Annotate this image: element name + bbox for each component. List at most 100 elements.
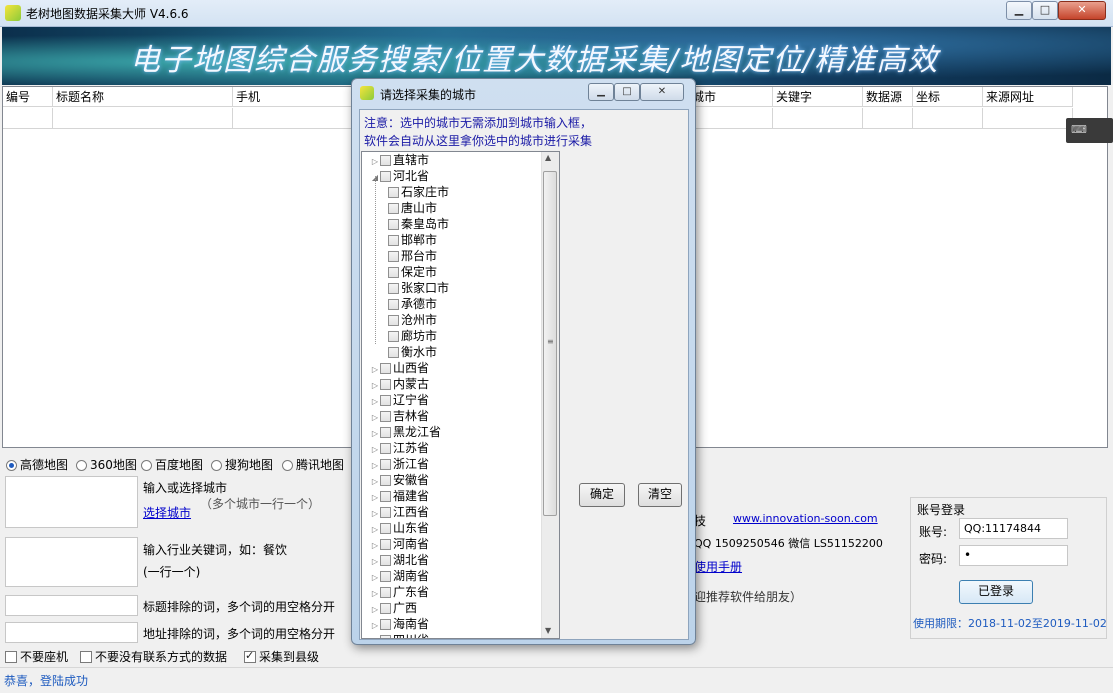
tree-checkbox-icon[interactable]: [388, 235, 399, 246]
tree-checkbox-icon[interactable]: [380, 475, 391, 486]
manual-link[interactable]: 使用手册: [694, 558, 742, 575]
tree-province-item[interactable]: ▷ 山东省: [370, 520, 429, 536]
tree-checkbox-icon[interactable]: [380, 603, 391, 614]
tree-city-item[interactable]: 保定市: [388, 264, 437, 280]
scroll-thumb[interactable]: ≡: [543, 171, 557, 516]
tree-checkbox-icon[interactable]: [380, 155, 391, 166]
column-header-city[interactable]: 城市: [689, 87, 773, 107]
tree-province-item[interactable]: ▷ 浙江省: [370, 456, 429, 472]
tree-city-item[interactable]: 衡水市: [388, 344, 437, 360]
grid-cell[interactable]: [233, 108, 353, 129]
map-source-360[interactable]: 360地图: [76, 456, 137, 473]
tree-checkbox-icon[interactable]: [388, 219, 399, 230]
map-source-baidu[interactable]: 百度地图: [141, 456, 203, 473]
floating-keyboard-widget[interactable]: ⌨: [1066, 118, 1113, 143]
tree-province-item[interactable]: ▷ 江苏省: [370, 440, 429, 456]
website-link[interactable]: www.innovation-soon.com: [733, 512, 878, 525]
tree-checkbox-icon[interactable]: [388, 299, 399, 310]
tree-province-item[interactable]: ▷ 内蒙古: [370, 376, 429, 392]
dialog-close-button[interactable]: ✕: [640, 83, 684, 101]
map-source-gaode[interactable]: 高德地图: [6, 456, 68, 473]
tree-checkbox-icon[interactable]: [380, 171, 391, 182]
column-header-phone[interactable]: 手机: [233, 87, 353, 107]
tree-province-item[interactable]: ▷ 广东省: [370, 584, 429, 600]
tree-checkbox-icon[interactable]: [380, 523, 391, 534]
tree-checkbox-icon[interactable]: [380, 411, 391, 422]
grid-cell[interactable]: [689, 108, 773, 129]
grid-cell[interactable]: [53, 108, 233, 129]
address-exclude-input[interactable]: [5, 622, 138, 643]
tree-province-item[interactable]: ▷ 四川省: [370, 632, 429, 638]
grid-cell[interactable]: [983, 108, 1073, 129]
tree-checkbox-icon[interactable]: [380, 555, 391, 566]
option-no-landline[interactable]: 不要座机: [5, 648, 68, 665]
tree-city-item[interactable]: 廊坊市: [388, 328, 437, 344]
password-input[interactable]: •: [959, 545, 1068, 566]
scroll-up-icon[interactable]: ▲: [545, 153, 551, 162]
tree-province-item[interactable]: ▷ 海南省: [370, 616, 429, 632]
tree-checkbox-icon[interactable]: [388, 331, 399, 342]
title-exclude-input[interactable]: [5, 595, 138, 616]
tree-checkbox-icon[interactable]: [380, 395, 391, 406]
grid-cell[interactable]: [773, 108, 863, 129]
close-button[interactable]: ✕: [1058, 1, 1106, 20]
keyword-input[interactable]: [5, 537, 138, 587]
tree-checkbox-icon[interactable]: [388, 283, 399, 294]
column-header-url[interactable]: 来源网址: [983, 87, 1073, 107]
minimize-button[interactable]: ▁: [1006, 1, 1032, 20]
tree-city-item[interactable]: 唐山市: [388, 200, 437, 216]
tree-province-item[interactable]: ▷ 辽宁省: [370, 392, 429, 408]
tree-checkbox-icon[interactable]: [388, 251, 399, 262]
grid-cell[interactable]: [3, 108, 53, 129]
tree-checkbox-icon[interactable]: [380, 379, 391, 390]
tree-province-item[interactable]: ▷ 福建省: [370, 488, 429, 504]
tree-city-item[interactable]: 邢台市: [388, 248, 437, 264]
tree-checkbox-icon[interactable]: [380, 587, 391, 598]
tree-city-item[interactable]: 张家口市: [388, 280, 449, 296]
tree-checkbox-icon[interactable]: [388, 267, 399, 278]
tree-province-item[interactable]: ▷ 河南省: [370, 536, 429, 552]
dialog-maximize-button[interactable]: □: [614, 83, 640, 101]
tree-checkbox-icon[interactable]: [388, 315, 399, 326]
dialog-minimize-button[interactable]: ▁: [588, 83, 614, 101]
clear-button[interactable]: 清空: [638, 483, 682, 507]
tree-checkbox-icon[interactable]: [388, 187, 399, 198]
grid-cell[interactable]: [863, 108, 913, 129]
option-county-level[interactable]: 采集到县级: [244, 648, 319, 665]
column-header-title[interactable]: 标题名称: [53, 87, 233, 107]
tree-checkbox-icon[interactable]: [380, 443, 391, 454]
tree-province-item[interactable]: ▷ 黑龙江省: [370, 424, 441, 440]
map-source-sogou[interactable]: 搜狗地图: [211, 456, 273, 473]
tree-province-item[interactable]: ▷ 湖北省: [370, 552, 429, 568]
tree-checkbox-icon[interactable]: [380, 491, 391, 502]
tree-city-item[interactable]: 秦皇岛市: [388, 216, 449, 232]
tree-city-item[interactable]: 邯郸市: [388, 232, 437, 248]
login-button[interactable]: 已登录: [959, 580, 1033, 604]
tree-checkbox-icon[interactable]: [380, 619, 391, 630]
scroll-down-icon[interactable]: ▼: [545, 626, 551, 635]
tree-province-item[interactable]: ▷ 直辖市: [370, 152, 429, 168]
select-city-link[interactable]: 选择城市: [143, 504, 191, 521]
tree-checkbox-icon[interactable]: [380, 635, 391, 638]
column-header-keyword[interactable]: 关键字: [773, 87, 863, 107]
tree-province-item[interactable]: ▷ 江西省: [370, 504, 429, 520]
tree-city-item[interactable]: 承德市: [388, 296, 437, 312]
column-header-id[interactable]: 编号: [3, 87, 53, 107]
column-header-coords[interactable]: 坐标: [913, 87, 983, 107]
tree-province-item[interactable]: ▷ 吉林省: [370, 408, 429, 424]
tree-city-item[interactable]: 沧州市: [388, 312, 437, 328]
tree-checkbox-icon[interactable]: [388, 203, 399, 214]
tree-province-item[interactable]: ▷ 湖南省: [370, 568, 429, 584]
maximize-button[interactable]: □: [1032, 1, 1058, 20]
account-input[interactable]: QQ:11174844: [959, 518, 1068, 539]
tree-checkbox-icon[interactable]: [380, 571, 391, 582]
tree-checkbox-icon[interactable]: [380, 459, 391, 470]
tree-province-item[interactable]: ◢ 河北省: [370, 168, 429, 184]
tree-province-item[interactable]: ▷ 安徽省: [370, 472, 429, 488]
column-header-source[interactable]: 数据源: [863, 87, 913, 107]
city-select-dialog[interactable]: 请选择采集的城市 ▁ □ ✕ 注意：选中的城市无需添加到城市输入框， 软件会自动…: [351, 78, 696, 645]
expand-arrow-icon[interactable]: ▷: [370, 634, 380, 638]
tree-city-item[interactable]: 石家庄市: [388, 184, 449, 200]
city-tree[interactable]: ▷ 直辖市 ◢ 河北省 石家庄市 唐山市 秦皇岛市 邯郸市 邢台市 保定市 张家口市 承德市 沧州市 廊坊…: [361, 151, 560, 639]
tree-checkbox-icon[interactable]: [380, 507, 391, 518]
